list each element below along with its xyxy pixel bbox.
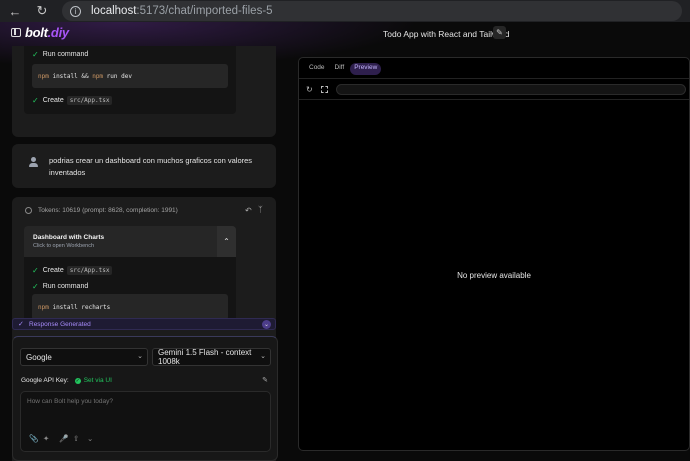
edit-api-key-icon[interactable]: ✎ bbox=[262, 376, 268, 384]
divider bbox=[299, 78, 689, 79]
command-text: install && bbox=[48, 72, 93, 80]
assistant-message-previous: ✓ Run command npm install && npm run dev… bbox=[12, 46, 276, 137]
sidebar-toggle-icon[interactable] bbox=[11, 28, 21, 37]
api-key-status: ✓ Set via UI bbox=[74, 377, 112, 384]
response-status-text: Response Generated bbox=[29, 321, 91, 328]
chevron-down-icon: ⌄ bbox=[137, 353, 143, 360]
step-label: Create bbox=[42, 267, 64, 274]
command-text: install recharts bbox=[48, 303, 111, 311]
api-key-status-text: Set via UI bbox=[83, 377, 112, 384]
step-label: Create bbox=[42, 97, 64, 104]
upload-icon[interactable]: ⇧ bbox=[73, 434, 79, 443]
chat-title: Todo App with React and Tailwind bbox=[383, 29, 510, 39]
site-info-icon[interactable]: i bbox=[70, 5, 81, 17]
app-header: bolt.diy Todo App with React and Tailwin… bbox=[0, 22, 690, 68]
token-usage-text: Tokens: 10619 (prompt: 8628, completion:… bbox=[38, 207, 178, 214]
check-icon: ✓ bbox=[32, 266, 39, 275]
provider-select[interactable]: Google ⌄ bbox=[20, 348, 148, 366]
preview-address-bar[interactable] bbox=[336, 84, 686, 95]
element-selector-icon[interactable] bbox=[321, 86, 328, 93]
tab-code[interactable]: Code bbox=[305, 63, 329, 75]
divider bbox=[299, 99, 689, 100]
step-run-command: ✓ Run command bbox=[32, 282, 88, 291]
logo[interactable]: bolt.diy bbox=[25, 25, 69, 40]
step-label: Run command bbox=[42, 51, 89, 58]
command-keyword: npm bbox=[92, 72, 104, 80]
model-value: Gemini 1.5 Flash - context 1008k bbox=[158, 348, 252, 366]
no-preview-message: No preview available bbox=[457, 271, 531, 280]
edit-title-button[interactable]: ✎ bbox=[493, 26, 506, 39]
chevron-up-icon: ⌃ bbox=[223, 237, 230, 246]
logo-accent: .diy bbox=[47, 25, 70, 40]
prompt-card: Google ⌄ Gemini 1.5 Flash - context 1008… bbox=[12, 336, 278, 461]
chevron-down-icon: ⌄ bbox=[260, 353, 266, 360]
check-circle-icon: ✓ bbox=[74, 377, 81, 384]
token-usage: Tokens: 10619 (prompt: 8628, completion:… bbox=[25, 207, 178, 214]
workbench-panel: Code Diff Preview ↻ No preview available bbox=[298, 57, 690, 451]
artifact-steps-panel: ✓ Create src/App.tsx ✓ Run command npm i… bbox=[24, 257, 236, 327]
artifact-title: Dashboard with Charts bbox=[33, 234, 105, 241]
command-keyword: npm bbox=[38, 72, 49, 80]
api-key-label: Google API Key: bbox=[21, 377, 69, 384]
tab-preview[interactable]: Preview bbox=[350, 63, 382, 75]
check-icon: ✓ bbox=[32, 282, 39, 291]
check-icon: ✓ bbox=[32, 50, 39, 59]
workbench-tabs: Code Diff Preview bbox=[305, 63, 382, 75]
attach-icon[interactable]: 📎 bbox=[29, 434, 38, 443]
api-key-row: Google API Key: ✓ Set via UI bbox=[21, 377, 112, 384]
command-text: run dev bbox=[103, 72, 132, 80]
url-path: :5173/chat/imported-files-5 bbox=[136, 5, 273, 17]
pencil-icon: ✎ bbox=[496, 28, 503, 37]
microphone-icon[interactable]: 🎤 bbox=[59, 434, 68, 443]
address-bar[interactable]: i localhost:5173/chat/imported-files-5 bbox=[62, 1, 682, 21]
check-icon: ✓ bbox=[18, 321, 24, 328]
url-host: localhost bbox=[91, 5, 137, 17]
file-path-badge[interactable]: src/App.tsx bbox=[66, 96, 113, 105]
artifact-steps-panel: ✓ Run command npm install && npm run dev… bbox=[24, 46, 236, 114]
user-avatar-icon bbox=[28, 157, 38, 167]
back-arrow-icon[interactable]: ← bbox=[4, 0, 26, 22]
response-status-bar[interactable]: ✓ Response Generated ⌄ bbox=[12, 318, 276, 330]
prompt-box: 📎 ✦ 🎤 ⇧ ⌄ bbox=[20, 391, 271, 452]
reload-icon[interactable]: ↻ bbox=[31, 0, 53, 22]
chevron-down-icon[interactable]: ⌄ bbox=[262, 320, 271, 329]
command-keyword: npm bbox=[38, 303, 49, 311]
model-select[interactable]: Gemini 1.5 Flash - context 1008k ⌄ bbox=[152, 348, 271, 366]
enhance-prompt-icon[interactable]: ✦ bbox=[43, 434, 49, 443]
info-circle-icon bbox=[25, 207, 32, 214]
check-icon: ✓ bbox=[32, 96, 39, 105]
artifact-subtitle: Click to open Workbench bbox=[33, 243, 95, 249]
reload-preview-icon[interactable]: ↻ bbox=[306, 85, 313, 94]
undo-icon[interactable]: ↶ bbox=[245, 206, 252, 215]
tab-diff[interactable]: Diff bbox=[331, 63, 349, 75]
collapse-artifact-button[interactable]: ⌃ bbox=[217, 226, 236, 257]
fork-icon[interactable]: ᛉ bbox=[258, 205, 263, 214]
command-box: npm install && npm run dev bbox=[32, 64, 228, 88]
browser-toolbar: ← ↻ i localhost:5173/chat/imported-files… bbox=[0, 0, 690, 22]
provider-value: Google bbox=[26, 352, 52, 362]
step-create-file: ✓ Create src/App.tsx bbox=[32, 96, 113, 105]
user-message-text: podrias crear un dashboard con muchos gr… bbox=[49, 156, 253, 177]
command-box: npm install recharts bbox=[32, 294, 228, 320]
chevron-down-icon[interactable]: ⌄ bbox=[87, 434, 93, 443]
file-path-badge[interactable]: src/App.tsx bbox=[66, 266, 113, 275]
prompt-input[interactable] bbox=[27, 398, 265, 405]
logo-text: bolt bbox=[25, 25, 48, 40]
step-run-command: ✓ Run command bbox=[32, 50, 88, 59]
artifact-header[interactable]: Dashboard with Charts Click to open Work… bbox=[24, 226, 236, 257]
step-label: Run command bbox=[42, 283, 89, 290]
step-create-file: ✓ Create src/App.tsx bbox=[32, 266, 113, 275]
